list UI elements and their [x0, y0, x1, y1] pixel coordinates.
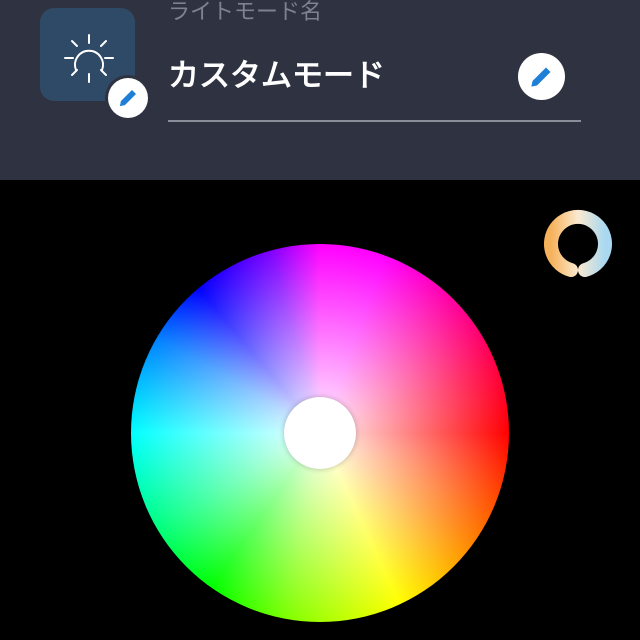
power-toggle-button[interactable] [543, 208, 613, 278]
color-picker-handle[interactable] [284, 397, 356, 469]
mode-name-field[interactable]: カスタムモード [168, 56, 385, 96]
icon-edit-button[interactable] [108, 78, 148, 118]
pencil-icon [120, 90, 136, 106]
mode-header: ライトモード名 カスタムモード [0, 0, 640, 180]
name-edit-button[interactable] [518, 53, 565, 100]
mode-name-label: ライトモード名 [168, 0, 323, 25]
name-field-underline [168, 120, 581, 122]
pencil-icon [531, 67, 551, 87]
power-ring-icon [544, 209, 612, 277]
